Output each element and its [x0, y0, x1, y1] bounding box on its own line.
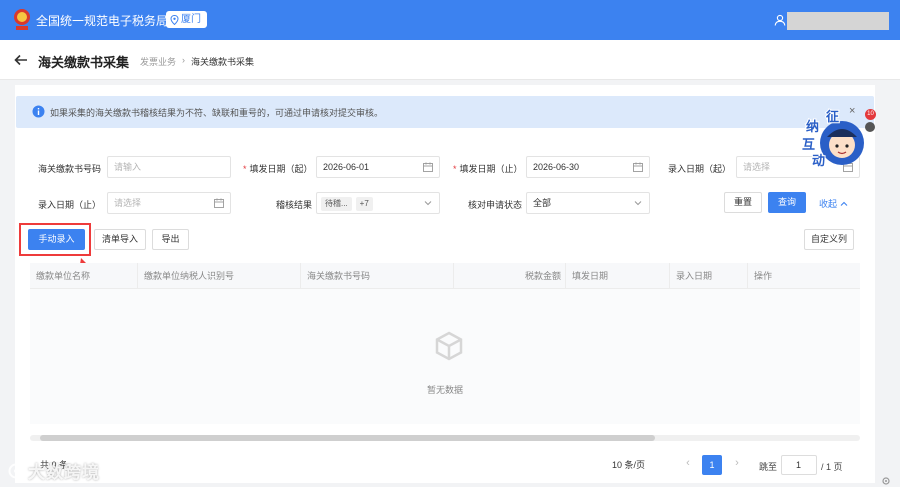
breadcrumb-item-current: 海关缴款书采集	[191, 57, 255, 67]
mascot-char: 征	[826, 109, 839, 125]
check-status-select[interactable]: 全部	[526, 192, 650, 214]
custom-columns-button[interactable]: 自定义列	[804, 229, 854, 250]
search-button[interactable]: 查询	[768, 192, 806, 213]
goto-page-input[interactable]: 1	[781, 455, 817, 475]
audit-result-tag: 待稽...	[321, 197, 352, 211]
reset-button[interactable]: 重置	[724, 192, 762, 213]
page-number-button[interactable]: 1	[702, 455, 722, 475]
issue-date-start-label-text: 填发日期（起）	[249, 164, 313, 174]
user-icon[interactable]	[774, 14, 786, 26]
empty-box-icon	[435, 331, 463, 361]
bill-no-input[interactable]: 请输入	[107, 156, 231, 178]
entry-date-start-label: 录入日期（起）	[668, 164, 732, 174]
column-header: 录入日期	[670, 263, 748, 289]
chevron-down-icon	[424, 201, 432, 206]
column-header: 操作	[754, 271, 773, 281]
collapse-label: 收起	[819, 199, 838, 209]
calendar-icon	[214, 198, 224, 208]
column-header: 填发日期	[566, 263, 670, 289]
issue-date-start-label: * 填发日期（起）	[243, 164, 313, 174]
issue-date-start-value: 2026-06-01	[323, 162, 370, 172]
mascot-char: 纳	[806, 119, 819, 135]
notice-banner: 如果采集的海关缴款书稽核结果为不符、缺联和重号的，可通过申请核对提交审核。	[16, 96, 874, 128]
mascot-assistant-icon[interactable]: 征 纳 互 动	[800, 107, 868, 169]
column-header: 缴款单位名称	[30, 263, 138, 289]
table-empty-state: 暂无数据	[30, 289, 860, 424]
highlight-box	[19, 223, 91, 256]
check-status-label: 核对申请状态	[468, 200, 523, 210]
chevron-up-icon	[840, 201, 848, 206]
scrollbar-thumb[interactable]	[40, 435, 655, 441]
user-name[interactable]	[787, 12, 889, 30]
gear-icon[interactable]	[881, 476, 891, 486]
issue-date-start-picker[interactable]: 2026-06-01	[316, 156, 440, 178]
notice-text: 如果采集的海关缴款书稽核结果为不符、缺联和重号的，可通过申请核对提交审核。	[50, 108, 384, 118]
audit-result-more-tag: +7	[355, 197, 373, 211]
app-title: 全国统一规范电子税务局	[36, 14, 169, 28]
issue-date-end-value: 2026-06-30	[533, 162, 580, 172]
next-page-button[interactable]: ›	[731, 457, 743, 471]
audit-result-label: 稽核结果	[276, 200, 313, 210]
export-button[interactable]: 导出	[152, 229, 189, 250]
column-header: 税款金额	[454, 263, 566, 289]
close-icon[interactable]: ×	[849, 105, 855, 117]
mascot-char: 动	[812, 154, 825, 169]
page-header: 海关缴款书采集 发票业务 › 海关缴款书采集	[0, 40, 900, 80]
list-import-button[interactable]: 清单导入	[94, 229, 146, 250]
breadcrumb-item-invoice[interactable]: 发票业务	[140, 55, 176, 68]
check-status-value: 全部	[533, 198, 552, 208]
table-header: 缴款单位名称 缴款单位纳税人识别号 海关缴款书号码 税款金额 填发日期 录入日期…	[30, 263, 860, 289]
location-pin-icon	[170, 14, 179, 25]
watermark-text: 大数跨境	[28, 463, 100, 482]
bill-no-label: 海关缴款书号码	[38, 164, 102, 174]
horizontal-scrollbar[interactable]	[30, 435, 860, 441]
column-header: 缴款单位纳税人识别号	[138, 263, 301, 289]
breadcrumb-separator: ›	[182, 55, 186, 65]
prev-page-button[interactable]: ‹	[682, 457, 694, 471]
breadcrumb: 发票业务 › 海关缴款书采集	[140, 55, 254, 68]
entry-date-end-label: 录入日期（止）	[38, 200, 102, 210]
calendar-icon	[633, 162, 643, 172]
notification-badge: 10	[865, 109, 876, 120]
column-header: 海关缴款书号码	[301, 263, 454, 289]
issue-date-end-label: * 填发日期（止）	[453, 164, 523, 174]
issue-date-end-picker[interactable]: 2026-06-30	[526, 156, 650, 178]
entry-date-end-picker[interactable]: 请选择	[107, 192, 231, 214]
region-label: 厦门	[181, 14, 201, 25]
back-arrow-icon[interactable]	[14, 53, 28, 67]
mascot-char: 互	[802, 138, 815, 153]
entry-date-start-placeholder: 请选择	[743, 162, 771, 172]
minimize-icon[interactable]	[865, 122, 875, 132]
audit-result-select[interactable]: 待稽... +7	[316, 192, 440, 214]
bill-no-placeholder: 请输入	[114, 162, 142, 172]
entry-date-end-placeholder: 请选择	[114, 198, 142, 208]
pages-total: / 1 页	[821, 462, 843, 472]
watermark: 大数跨境	[8, 458, 100, 483]
page-size-select[interactable]: 10 条/页	[606, 455, 670, 475]
collapse-toggle[interactable]: 收起	[819, 197, 848, 210]
page-title: 海关缴款书采集	[38, 55, 130, 70]
tax-emblem-icon	[14, 9, 30, 30]
chevron-down-icon	[634, 201, 642, 206]
goto-label: 跳至	[759, 462, 778, 472]
issue-date-end-label-text: 填发日期（止）	[459, 164, 523, 174]
empty-text: 暂无数据	[426, 385, 463, 395]
info-icon	[32, 105, 45, 118]
region-selector[interactable]: 厦门	[166, 11, 207, 28]
top-bar: 全国统一规范电子税务局 厦门	[0, 0, 900, 40]
watermark-logo-icon	[8, 463, 24, 478]
calendar-icon	[423, 162, 433, 172]
